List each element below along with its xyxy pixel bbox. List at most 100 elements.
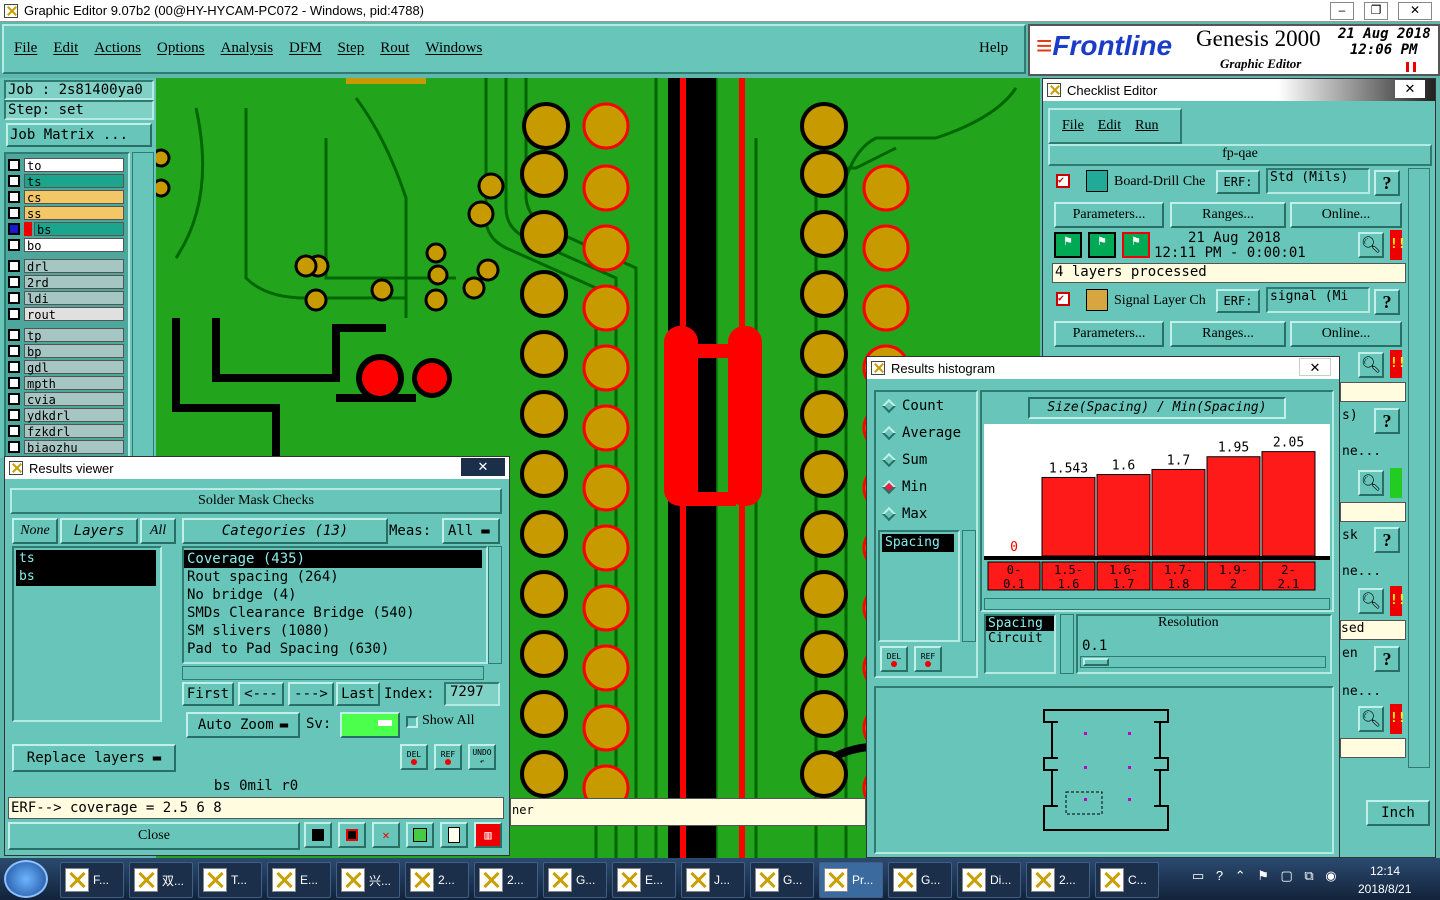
layer-checkbox[interactable] <box>8 190 20 203</box>
layer-name[interactable]: gdl <box>24 359 124 375</box>
online-button[interactable]: Online... <box>1290 202 1402 228</box>
taskbar-item[interactable]: E... <box>267 862 331 898</box>
zoom-icon[interactable]: 🔍︎ <box>1358 588 1384 614</box>
results-close-icon[interactable]: ✕ <box>461 458 505 476</box>
category-item[interactable]: Pad to Pad Spacing (630) <box>184 640 486 658</box>
slider-thumb[interactable] <box>1083 658 1109 666</box>
checklist-scrollbar[interactable] <box>1408 168 1430 768</box>
units-button[interactable]: Inch <box>1366 800 1430 826</box>
layer-row[interactable]: 2rd <box>8 274 124 290</box>
categories-button[interactable]: Categories (13) <box>182 518 388 544</box>
layer-checkbox[interactable] <box>8 307 20 320</box>
min-radio[interactable]: Min <box>881 479 927 495</box>
checklist-close-icon[interactable]: ✕ <box>1395 80 1425 98</box>
layer-checkbox[interactable] <box>8 222 20 235</box>
undo-icon[interactable]: UNDO ↶ <box>468 744 496 770</box>
taskbar-item[interactable]: G... <box>750 862 814 898</box>
taskbar-item[interactable]: C... <box>1095 862 1159 898</box>
taskbar-item[interactable]: 2... <box>1026 862 1090 898</box>
del-icon[interactable]: DEL <box>400 744 428 770</box>
measure-list[interactable]: Spacing <box>878 530 960 642</box>
zoom-icon[interactable]: 🔍︎ <box>1358 470 1384 496</box>
layer-row[interactable]: fzkdrl <box>8 423 124 439</box>
layer-checkbox[interactable] <box>8 275 20 288</box>
layer-name[interactable]: fzkdrl <box>24 423 124 439</box>
layer-row[interactable]: gdl <box>8 359 124 375</box>
layer-result-item[interactable]: bs <box>16 568 156 586</box>
checklist-menu-item[interactable]: Run <box>1135 118 1158 134</box>
resolution-slider[interactable] <box>1080 656 1326 668</box>
autozoom-select[interactable]: Auto Zoom ▬ <box>186 712 300 738</box>
menu-item[interactable]: Actions <box>94 40 141 57</box>
taskbar-item[interactable]: Pr... <box>819 862 883 898</box>
zoom-icon[interactable]: 🔍︎ <box>1358 232 1384 258</box>
layer-scrollbar[interactable] <box>132 152 154 458</box>
max-radio[interactable]: Max <box>881 506 927 522</box>
toolbar-icon[interactable]: ✕ <box>372 822 400 848</box>
run-icon[interactable]: ⚑ <box>1088 232 1116 258</box>
layer-checkbox[interactable] <box>8 392 20 405</box>
layer-name[interactable]: cs <box>24 189 124 205</box>
layer-checkbox[interactable] <box>8 328 20 341</box>
index-input[interactable]: 7297 <box>444 682 500 706</box>
layer-name[interactable]: drl <box>24 258 124 274</box>
layer-row[interactable]: ss <box>8 205 124 221</box>
close-button[interactable]: ✕ <box>1398 2 1432 20</box>
help-icon[interactable]: ? <box>1374 170 1400 196</box>
erf-field[interactable]: signal (Mi <box>1266 287 1370 313</box>
menu-item[interactable]: Rout <box>380 40 409 57</box>
all-layers-button[interactable]: All <box>140 518 176 544</box>
layer-row[interactable]: ts <box>8 173 124 189</box>
taskbar-item[interactable]: 双... <box>129 862 193 898</box>
menu-item[interactable]: File <box>14 40 37 57</box>
category-item[interactable]: SM slivers (1080) <box>184 622 486 640</box>
chart-hscroll[interactable] <box>984 598 1330 610</box>
ref-icon[interactable]: REF <box>914 646 942 672</box>
layer-checkbox[interactable] <box>8 408 20 421</box>
minimize-button[interactable]: – <box>1330 2 1354 20</box>
histogram-icon[interactable]: ▥ <box>474 822 502 848</box>
layer-name[interactable]: ss <box>24 205 124 221</box>
online-button[interactable]: Online... <box>1290 321 1402 347</box>
menu-item[interactable]: Analysis <box>221 40 274 57</box>
layer-name[interactable]: tp <box>24 327 124 343</box>
ranges-button[interactable]: Ranges... <box>1170 321 1286 347</box>
maximize-button[interactable]: ❐ <box>1364 2 1388 20</box>
layers-result-list[interactable]: ts bs <box>12 546 162 722</box>
menu-item[interactable]: DFM <box>289 40 322 57</box>
layer-row[interactable]: bo <box>8 237 124 253</box>
layer-name[interactable]: ts <box>24 173 124 189</box>
show-all-checkbox[interactable] <box>406 716 418 728</box>
layer-name[interactable]: 2rd <box>24 274 124 290</box>
layer-row[interactable]: bp <box>8 343 124 359</box>
taskbar-item[interactable]: G... <box>543 862 607 898</box>
run-icon[interactable]: ⚑ <box>1122 232 1150 258</box>
toolbar-icon[interactable] <box>338 822 366 848</box>
mode-item[interactable]: Spacing <box>986 616 1054 631</box>
erf-field[interactable]: Std (Mils) <box>1266 168 1370 194</box>
layer-name[interactable]: to <box>24 157 124 173</box>
ranges-button[interactable]: Ranges... <box>1170 202 1286 228</box>
zoom-icon[interactable]: 🔍︎ <box>1358 352 1384 378</box>
close-results-button[interactable]: Close <box>8 822 300 850</box>
none-button[interactable]: None <box>12 518 58 544</box>
taskbar-item[interactable]: 兴... <box>336 862 400 898</box>
last-button[interactable]: Last <box>336 682 380 706</box>
layer-name[interactable]: mpth <box>24 375 124 391</box>
layer-row[interactable]: biaozhu <box>8 439 124 455</box>
layer-checkbox[interactable] <box>8 174 20 187</box>
toolbar-icon[interactable] <box>440 822 468 848</box>
count-radio[interactable]: Count <box>881 398 944 414</box>
layer-row[interactable]: ydkdrl <box>8 407 124 423</box>
category-item[interactable]: SMDs Clearance Bridge (540) <box>184 604 486 622</box>
layer-checkbox[interactable] <box>8 424 20 437</box>
layer-checkbox[interactable] <box>8 238 20 251</box>
replace-layers-select[interactable]: Replace layers ▬ <box>12 744 176 772</box>
help-menu[interactable]: Help <box>979 40 1008 57</box>
layer-result-item[interactable]: ts <box>16 550 156 568</box>
layer-checkbox[interactable] <box>8 291 20 304</box>
layer-name[interactable]: bs <box>34 221 124 237</box>
layer-row[interactable]: drl <box>8 258 124 274</box>
category-item[interactable]: No bridge (4) <box>184 586 486 604</box>
erf-label[interactable]: ERF: <box>1216 170 1260 194</box>
